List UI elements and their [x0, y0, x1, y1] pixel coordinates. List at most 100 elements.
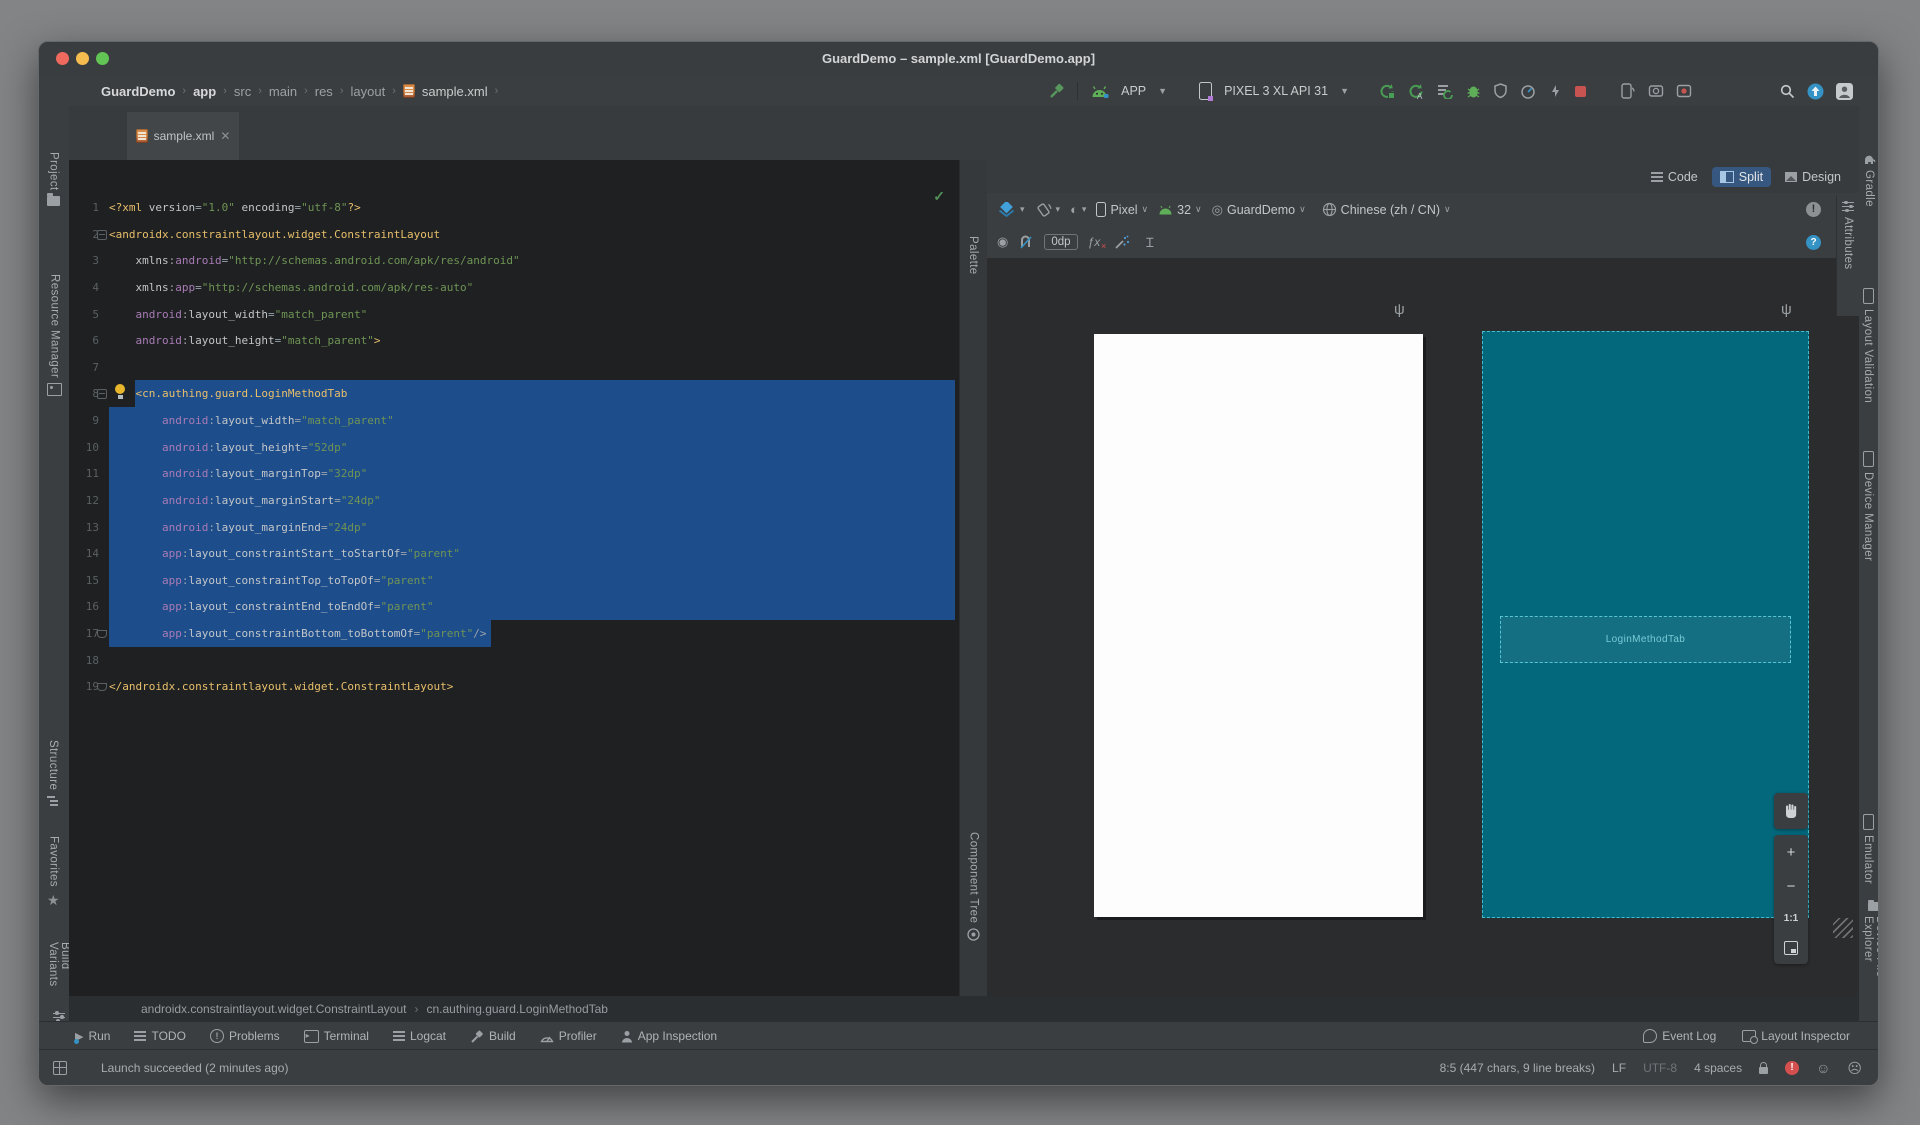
text-tool-button[interactable]: Ɪ [1146, 233, 1153, 251]
design-surface-select[interactable]: ▾ [997, 202, 1025, 217]
blueprint-preview-surface[interactable]: LoginMethodTab [1482, 331, 1809, 918]
apply-code-changes-icon[interactable]: A [1408, 83, 1425, 99]
code-line[interactable]: 13 android:layout_marginEnd="24dp" [69, 513, 959, 541]
code-line[interactable]: 1 <?xml version="1.0" encoding="utf-8"?> [69, 194, 959, 221]
breadcrumb-project[interactable]: GuardDemo [101, 84, 175, 99]
margin-value[interactable]: 0dp [1044, 234, 1078, 250]
ide-update-icon[interactable] [1807, 83, 1824, 100]
line-ending[interactable]: LF [1612, 1061, 1626, 1075]
zoom-to-fit-button[interactable] [1784, 941, 1798, 956]
file-encoding[interactable]: UTF-8 [1643, 1061, 1677, 1075]
breadcrumb-src[interactable]: src [234, 84, 251, 99]
sidebar-item-emulator[interactable]: Emulator [1862, 814, 1874, 884]
breadcrumb-res[interactable]: res [315, 84, 333, 99]
device-select[interactable]: PIXEL 3 XL API 31 [1224, 84, 1328, 98]
fold-end-marker[interactable] [97, 630, 107, 639]
toolwindow-todo[interactable]: TODO [134, 1029, 186, 1043]
inspection-ok-icon[interactable]: ✓ [933, 188, 945, 205]
code-line[interactable]: 11 android:layout_marginTop="32dp" [69, 460, 959, 488]
toolwindow-profiler[interactable]: Profiler [540, 1029, 597, 1043]
toolwindow-logcat[interactable]: Logcat [392, 1029, 446, 1043]
code-line[interactable]: 15 app:layout_constraintTop_toTopOf="par… [69, 566, 959, 594]
user-avatar[interactable] [1836, 82, 1853, 100]
profile-low-overhead-icon[interactable] [1493, 83, 1508, 99]
toolwindow-event-log[interactable]: Event Log [1643, 1029, 1716, 1043]
toolwindow-layout-inspector[interactable]: Layout Inspector [1742, 1029, 1850, 1044]
code-line[interactable]: 14 app:layout_constraintStart_toStartOf=… [69, 540, 959, 568]
fold-marker[interactable] [97, 229, 107, 240]
sidebar-item-structure[interactable]: Structure [47, 740, 59, 808]
tab-attributes[interactable]: Attributes [1842, 200, 1854, 270]
code-line[interactable]: 2 <androidx.constraintlayout.widget.Const… [69, 221, 959, 248]
error-indicator-icon[interactable]: ! [1785, 1061, 1800, 1075]
intention-bulb-icon[interactable] [114, 384, 126, 400]
code-line[interactable]: 5 android:layout_width="match_parent" [69, 301, 959, 328]
sad-face-icon[interactable]: ☹ [1847, 1060, 1862, 1077]
sidebar-item-favorites[interactable]: Favorites ★ [47, 836, 60, 909]
zoom-in-button[interactable]: + [1787, 844, 1796, 861]
code-line[interactable]: 7 [69, 354, 959, 381]
profiler-gauge-icon[interactable] [1520, 83, 1536, 99]
tool-window-switcher-icon[interactable] [53, 1061, 67, 1075]
login-method-tab-widget[interactable]: LoginMethodTab [1500, 616, 1791, 663]
screen-record-icon[interactable] [1676, 83, 1692, 99]
code-line[interactable]: 10 android:layout_height="52dp" [69, 433, 959, 461]
fold-marker[interactable] [97, 389, 107, 400]
default-margin-select[interactable]: 0dp [1044, 234, 1078, 250]
mode-code-button[interactable]: Code [1643, 167, 1706, 187]
breadcrumb-loginmethodtab[interactable]: cn.authing.guard.LoginMethodTab [427, 1002, 608, 1016]
fold-end-marker[interactable] [97, 683, 107, 692]
tab-sample-xml[interactable]: sample.xml ✕ [127, 112, 239, 163]
attach-debugger-icon[interactable] [1548, 83, 1563, 99]
code-line[interactable]: 16 app:layout_constraintEnd_toEndOf="par… [69, 593, 959, 621]
theme-select[interactable]: ◎ GuardDemo ∨ [1212, 202, 1306, 218]
code-line[interactable]: 12 android:layout_marginStart="24dp" [69, 486, 959, 514]
api-version-select[interactable]: 32 ∨ [1158, 203, 1202, 217]
design-warnings-icon[interactable]: ! [1806, 202, 1821, 217]
orientation-select[interactable]: ▾ [1035, 202, 1060, 218]
toolwindow-build[interactable]: Build [470, 1029, 516, 1043]
device-mirror-icon[interactable] [1620, 83, 1636, 99]
sync-project-icon[interactable] [1437, 83, 1454, 99]
sidebar-item-device-file-explorer[interactable]: Device File Explorer [1862, 899, 1878, 1021]
sidebar-item-project[interactable]: Project [47, 152, 60, 206]
code-line[interactable]: 3 xmlns:android="http://schemas.android.… [69, 247, 959, 274]
sidebar-item-device-manager[interactable]: Device Manager [1862, 451, 1874, 561]
clear-constraints-button[interactable]: ƒx [1088, 235, 1106, 251]
zoom-out-button[interactable]: − [1787, 878, 1796, 895]
screenshot-icon[interactable] [1648, 83, 1664, 99]
pan-tool-button[interactable] [1774, 793, 1808, 829]
breadcrumb-constraintlayout[interactable]: androidx.constraintlayout.widget.Constra… [141, 1002, 407, 1016]
code-line[interactable]: 6 android:layout_height="match_parent"> [69, 327, 959, 354]
code-line[interactable]: 18 [69, 647, 959, 674]
autoconnect-button[interactable] [1018, 235, 1034, 250]
toolwindow-problems[interactable]: ! Problems [209, 1029, 280, 1043]
toolwindow-run[interactable]: ▶ Run [73, 1029, 110, 1044]
design-preview-surface[interactable] [1094, 334, 1423, 917]
mode-split-button[interactable]: Split [1711, 166, 1772, 187]
sidebar-item-layout-validation[interactable]: Layout Validation [1862, 288, 1874, 403]
close-tab-icon[interactable]: ✕ [220, 129, 230, 143]
code-editor[interactable]: 1 <?xml version="1.0" encoding="utf-8"?> 2… [69, 160, 959, 996]
breadcrumb-app[interactable]: app [193, 84, 216, 99]
sidebar-item-build-variants[interactable]: Build Variants [47, 942, 71, 1021]
toolwindow-app-inspection[interactable]: App Inspection [621, 1029, 717, 1043]
build-hammer-icon[interactable] [1048, 83, 1065, 99]
indent-setting[interactable]: 4 spaces [1694, 1061, 1742, 1075]
sidebar-item-resource-manager[interactable]: Resource Manager [47, 274, 62, 397]
rerun-app-icon[interactable] [1379, 83, 1396, 99]
code-line[interactable]: 19 </androidx.constraintlayout.widget.Con… [69, 673, 959, 700]
code-line[interactable]: 9 android:layout_width="match_parent" [69, 407, 959, 435]
breadcrumb-file[interactable]: sample.xml [422, 84, 488, 99]
code-line[interactable]: 8 <cn.authing.guard.LoginMethodTab [69, 380, 959, 408]
debug-icon[interactable] [1466, 83, 1481, 99]
device-select-design[interactable]: Pixel ∨ [1096, 202, 1148, 217]
view-options-button[interactable]: ◉ [997, 234, 1008, 250]
toolwindow-terminal[interactable]: ▸ Terminal [303, 1029, 369, 1043]
chevron-down-icon[interactable]: ▼ [1158, 86, 1167, 96]
locale-select[interactable]: Chinese (zh / CN) ∨ [1322, 202, 1451, 217]
code-line[interactable]: 17 app:layout_constraintBottom_toBottomO… [69, 620, 959, 648]
mode-design-button[interactable]: Design [1777, 167, 1849, 187]
caret-position[interactable]: 8:5 (447 chars, 9 line breaks) [1440, 1061, 1595, 1075]
breadcrumb-layout[interactable]: layout [350, 84, 385, 99]
